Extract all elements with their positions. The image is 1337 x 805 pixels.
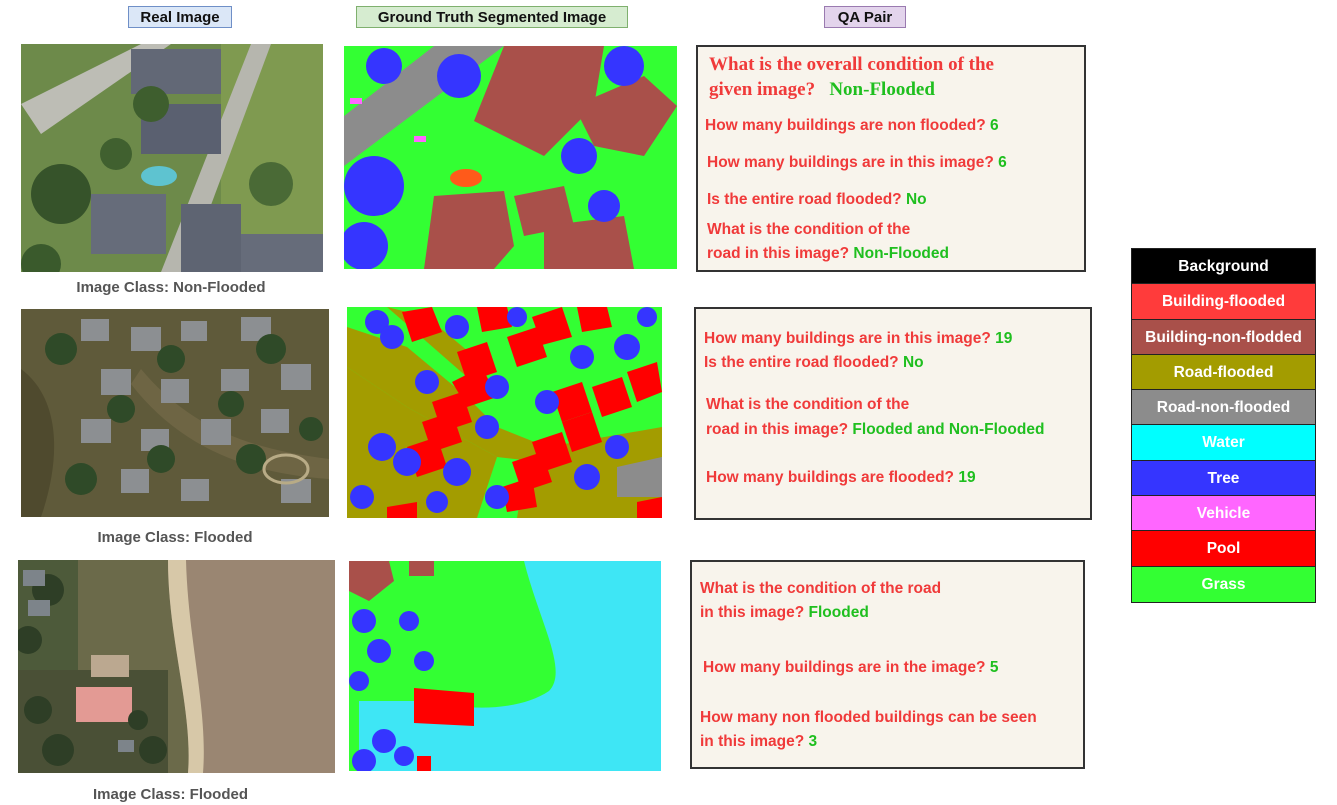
image-class-label-1: Image Class: Non-Flooded bbox=[76, 279, 266, 296]
header-ground-truth: Ground Truth Segmented Image bbox=[356, 6, 628, 28]
legend-item-background: Background bbox=[1132, 249, 1315, 285]
qa-line: in this image? Flooded bbox=[700, 604, 869, 621]
segmented-image-2 bbox=[347, 307, 662, 518]
qa-line: in this image? 3 bbox=[700, 733, 818, 750]
qa-line: How many buildings are in the image? 5 bbox=[703, 659, 999, 676]
qa-line: Is the entire road flooded? No bbox=[704, 354, 924, 371]
qa-box-1: What is the overall condition of the giv… bbox=[696, 45, 1086, 272]
legend-item-building-flooded: Building-flooded bbox=[1132, 284, 1315, 320]
legend-item-building-non-flooded: Building-non-flodded bbox=[1132, 319, 1315, 355]
qa-line: road in this image? Non-Flooded bbox=[707, 245, 949, 262]
legend-item-water: Water bbox=[1132, 425, 1315, 461]
real-image-3 bbox=[18, 560, 335, 773]
qa-line: Is the entire road flooded? No bbox=[707, 191, 927, 208]
qa-box-2: How many buildings are in this image? 19… bbox=[694, 307, 1092, 520]
segmented-image-3 bbox=[349, 561, 661, 771]
header-qa-pair: QA Pair bbox=[824, 6, 906, 28]
legend-item-vehicle: Vehicle bbox=[1132, 496, 1315, 532]
segmented-image-1 bbox=[344, 46, 677, 269]
legend-item-road-flooded: Road-flooded bbox=[1132, 354, 1315, 391]
qa-line: How many buildings are non flooded? 6 bbox=[705, 117, 999, 134]
real-image-1 bbox=[21, 44, 323, 272]
qa-line: How many non flooded buildings can be se… bbox=[700, 709, 1037, 726]
qa-line: How many buildings are flooded? 19 bbox=[706, 469, 976, 486]
qa-line: What is the condition of the road bbox=[700, 580, 942, 597]
qa-line: What is the condition of the bbox=[707, 221, 911, 238]
legend-item-road-non-flooded: Road-non-flooded bbox=[1132, 390, 1315, 426]
legend-item-pool: Pool bbox=[1132, 531, 1315, 567]
real-image-2 bbox=[21, 309, 329, 517]
class-legend: Background Building-flooded Building-non… bbox=[1131, 248, 1316, 603]
qa-line: How many buildings are in this image? 19 bbox=[704, 330, 1013, 347]
qa-line: given image? Non-Flooded bbox=[709, 79, 935, 100]
qa-line: What is the overall condition of the bbox=[709, 54, 994, 75]
qa-box-3: What is the condition of the road in thi… bbox=[690, 560, 1085, 769]
image-class-label-2: Image Class: Flooded bbox=[97, 529, 253, 546]
header-real-image: Real Image bbox=[128, 6, 232, 28]
qa-line: How many buildings are in this image? 6 bbox=[707, 154, 1007, 171]
qa-line: road in this image? Flooded and Non-Floo… bbox=[706, 421, 1045, 438]
image-class-label-3: Image Class: Flooded bbox=[92, 786, 249, 803]
legend-item-tree: Tree bbox=[1132, 460, 1315, 497]
legend-item-grass: Grass bbox=[1132, 566, 1315, 602]
qa-line: What is the condition of the bbox=[706, 396, 910, 413]
